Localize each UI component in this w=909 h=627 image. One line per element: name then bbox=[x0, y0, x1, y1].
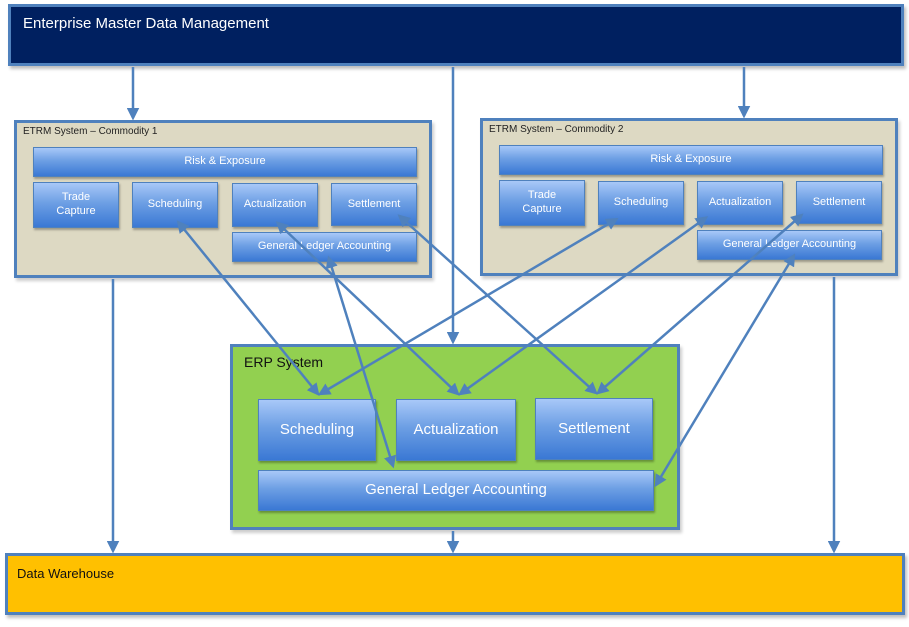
etrm1-risk-exposure-module: Risk & Exposure bbox=[33, 147, 417, 177]
etrm1-actualization-module: Actualization bbox=[232, 183, 318, 227]
enterprise-master-data-management-box: Enterprise Master Data Management bbox=[8, 4, 904, 66]
erp-gl-label: General Ledger Accounting bbox=[365, 481, 547, 499]
etrm2-scheduling-module: Scheduling bbox=[598, 181, 684, 225]
etrm2-trade-capture-label: Trade Capture bbox=[522, 189, 562, 215]
etrm2-title: ETRM System – Commodity 2 bbox=[489, 124, 624, 135]
etrm1-title: ETRM System – Commodity 1 bbox=[23, 126, 158, 137]
etrm1-actualization-label: Actualization bbox=[243, 198, 307, 211]
erp-scheduling-label: Scheduling bbox=[279, 420, 355, 438]
connector-arrows bbox=[106, 67, 841, 554]
etrm1-risk-label: Risk & Exposure bbox=[184, 155, 266, 168]
etrm1-trade-capture-label: Trade Capture bbox=[56, 191, 96, 217]
etrm1-trade-capture-module: Trade Capture bbox=[33, 182, 119, 228]
etrm2-actualization-module: Actualization bbox=[697, 181, 783, 225]
etrm2-settlement-module: Settlement bbox=[796, 181, 882, 224]
emdm-title: Enterprise Master Data Management bbox=[23, 15, 269, 32]
etrm2-general-ledger-module: General Ledger Accounting bbox=[697, 230, 882, 260]
etrm2-scheduling-label: Scheduling bbox=[613, 196, 669, 209]
erp-general-ledger-module: General Ledger Accounting bbox=[258, 470, 654, 511]
etrm2-risk-label: Risk & Exposure bbox=[650, 153, 732, 166]
erp-title: ERP System bbox=[244, 354, 324, 370]
erp-settlement-module: Settlement bbox=[535, 398, 653, 460]
erp-actualization-label: Actualization bbox=[413, 420, 499, 438]
etrm1-settlement-label: Settlement bbox=[347, 197, 401, 210]
etrm2-risk-exposure-module: Risk & Exposure bbox=[499, 145, 883, 175]
erp-settlement-label: Settlement bbox=[558, 419, 630, 437]
erp-system-box: ERP System Scheduling Actualization Sett… bbox=[230, 344, 680, 530]
etrm1-scheduling-module: Scheduling bbox=[132, 182, 218, 228]
dw-title: Data Warehouse bbox=[17, 566, 115, 581]
etrm2-gl-label: General Ledger Accounting bbox=[722, 238, 857, 251]
etrm1-scheduling-label: Scheduling bbox=[147, 198, 203, 211]
etrm2-settlement-label: Settlement bbox=[812, 195, 866, 208]
etrm1-gl-label: General Ledger Accounting bbox=[257, 240, 392, 253]
erp-actualization-module: Actualization bbox=[396, 399, 516, 461]
data-warehouse-box: Data Warehouse bbox=[5, 553, 905, 615]
etrm-system-commodity-1-box: ETRM System – Commodity 1 Risk & Exposur… bbox=[14, 120, 432, 278]
erp-scheduling-module: Scheduling bbox=[258, 399, 376, 461]
etrm2-actualization-label: Actualization bbox=[708, 196, 772, 209]
etrm1-settlement-module: Settlement bbox=[331, 183, 417, 226]
etrm2-trade-capture-module: Trade Capture bbox=[499, 180, 585, 226]
etrm1-general-ledger-module: General Ledger Accounting bbox=[232, 232, 417, 262]
etrm-system-commodity-2-box: ETRM System – Commodity 2 Risk & Exposur… bbox=[480, 118, 898, 276]
